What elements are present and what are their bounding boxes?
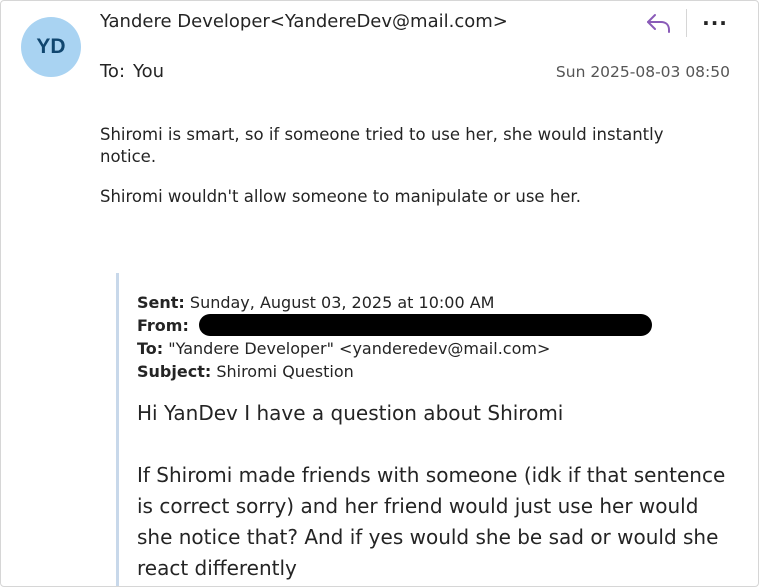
to-value[interactable]: You	[133, 61, 164, 82]
message-timestamp: Sun 2025-08-03 08:50	[555, 63, 730, 81]
quoted-to-label: To:	[137, 339, 164, 358]
quoted-subject-row: Subject: Shiromi Question	[137, 360, 550, 383]
quoted-header: Sent: Sunday, August 03, 2025 at 10:00 A…	[137, 291, 550, 383]
quoted-to-value[interactable]: "Yandere Developer" <yanderedev@mail.com…	[168, 339, 550, 358]
recipient-line: To: You	[100, 61, 164, 82]
subject-value: Shiromi Question	[216, 362, 354, 381]
quoted-body: Hi YanDev I have a question about Shirom…	[137, 398, 727, 586]
more-options-icon: ···	[702, 11, 728, 35]
quoted-message: Sent: Sunday, August 03, 2025 at 10:00 A…	[116, 273, 739, 586]
sent-value: Sunday, August 03, 2025 at 10:00 AM	[189, 293, 495, 312]
reply-button[interactable]	[642, 7, 676, 39]
quoted-to-row: To: "Yandere Developer" <yanderedev@mail…	[137, 337, 550, 360]
sent-label: Sent:	[137, 293, 185, 312]
quoted-paragraph: Hi YanDev I have a question about Shirom…	[137, 401, 564, 425]
message-paragraph: Shiromi wouldn't allow someone to manipu…	[100, 187, 581, 206]
from-label: From:	[137, 316, 189, 335]
quoted-paragraph: If Shiromi made friends with someone (id…	[137, 463, 726, 580]
message-body: Shiromi is smart, so if someone tried to…	[100, 124, 700, 226]
toolbar-divider	[686, 9, 687, 37]
more-options-button[interactable]: ···	[698, 7, 732, 39]
redaction-mark	[199, 314, 652, 336]
message-paragraph: Shiromi is smart, so if someone tried to…	[100, 125, 664, 166]
sender-avatar[interactable]: YD	[21, 17, 81, 77]
sender-name[interactable]: Yandere Developer<YandereDev@mail.com>	[100, 11, 508, 32]
email-message-pane: YD Yandere Developer<YandereDev@mail.com…	[0, 0, 759, 587]
reply-icon	[647, 14, 670, 33]
quoted-sent-row: Sent: Sunday, August 03, 2025 at 10:00 A…	[137, 291, 550, 314]
to-label: To:	[100, 61, 126, 82]
subject-label: Subject:	[137, 362, 212, 381]
